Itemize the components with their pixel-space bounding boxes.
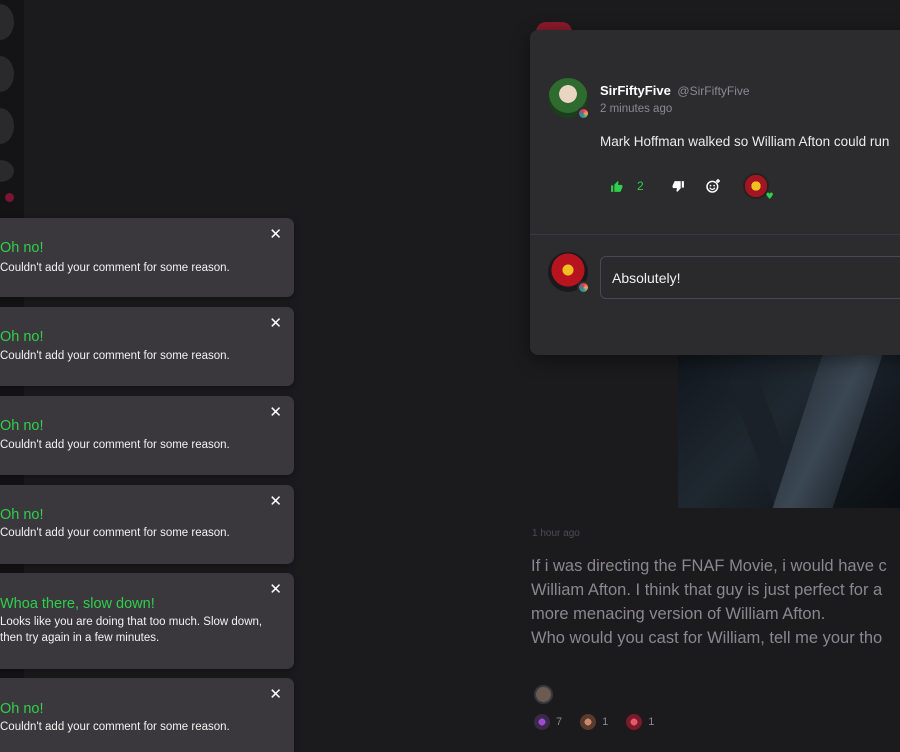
like-button[interactable]	[610, 180, 623, 193]
divider	[530, 234, 900, 235]
toast-title: Oh no!	[0, 240, 44, 256]
error-toast: Oh no! Couldn't add your comment for som…	[0, 307, 294, 386]
thumbs-down-icon	[672, 180, 684, 192]
comment-panel: SirFiftyFive @SirFiftyFive 2 minutes ago…	[530, 30, 900, 355]
reactor-avatar[interactable]: ♥	[742, 173, 774, 202]
server-icon[interactable]	[0, 160, 14, 182]
reaction-item[interactable]: 1	[580, 714, 608, 730]
toast-message: Couldn't add your comment for some reaso…	[0, 262, 230, 274]
reaction-count: 1	[602, 716, 609, 728]
server-icon[interactable]	[0, 56, 14, 92]
current-user-avatar[interactable]	[548, 252, 590, 294]
comment-text: Mark Hoffman walked so William Afton cou…	[600, 134, 890, 149]
badge-icon	[577, 107, 590, 120]
server-icon[interactable]	[0, 108, 14, 144]
toast-message: Couldn't add your comment for some reaso…	[0, 721, 230, 733]
rate-limit-toast: Whoa there, slow down! Looks like you ar…	[0, 573, 294, 669]
reaction-emoji-icon	[534, 714, 550, 730]
commenter-avatar[interactable]	[534, 685, 553, 704]
post-body-line: more menacing version of William Afton.	[531, 605, 826, 623]
toast-message: Couldn't add your comment for some reaso…	[0, 439, 230, 451]
close-icon[interactable]: ✕	[269, 316, 282, 331]
reaction-item[interactable]: 7	[534, 714, 562, 730]
author-handle: @SirFiftyFive	[677, 84, 750, 98]
post-body-line: If i was directing the FNAF Movie, i wou…	[531, 557, 887, 575]
close-icon[interactable]: ✕	[269, 405, 282, 420]
close-icon[interactable]: ✕	[269, 687, 282, 702]
error-toast: Oh no! Couldn't add your comment for som…	[0, 396, 294, 475]
toast-title: Oh no!	[0, 507, 44, 523]
toast-title: Oh no!	[0, 701, 44, 717]
close-icon[interactable]: ✕	[269, 582, 282, 597]
author-name[interactable]: SirFiftyFive	[600, 83, 671, 98]
reaction-count: 1	[648, 716, 655, 728]
comment-author-avatar[interactable]	[548, 78, 590, 120]
like-count: 2	[637, 179, 644, 193]
post-image[interactable]	[678, 340, 900, 508]
badge-icon	[577, 281, 590, 294]
dislike-button[interactable]	[672, 180, 685, 193]
post-reactions: 7 1 1	[534, 714, 654, 730]
reaction-count: 7	[556, 716, 563, 728]
post-body: If i was directing the FNAF Movie, i wou…	[531, 554, 900, 650]
comment-timestamp: 2 minutes ago	[600, 103, 673, 115]
toast-title: Oh no!	[0, 418, 44, 434]
toast-title: Oh no!	[0, 329, 44, 345]
error-toast: Oh no! Couldn't add your comment for som…	[0, 218, 294, 297]
error-toast: Oh no! Couldn't add your comment for som…	[0, 485, 294, 564]
notification-dot	[5, 193, 14, 202]
post-body-line: William Afton. I think that guy is just …	[531, 581, 883, 599]
toast-message: Looks like you are doing that too much. …	[0, 616, 263, 644]
toast-message: Couldn't add your comment for some reaso…	[0, 350, 230, 362]
post-body-line: Who would you cast for William, tell me …	[531, 629, 883, 647]
comment-author: SirFiftyFive @SirFiftyFive	[600, 83, 750, 98]
thumbs-up-icon	[611, 180, 623, 192]
add-emoji-icon	[705, 179, 720, 193]
error-toast: Oh no! Couldn't add your comment for som…	[0, 678, 294, 752]
heart-icon: ♥	[765, 192, 774, 202]
toast-title: Whoa there, slow down!	[0, 596, 155, 612]
close-icon[interactable]: ✕	[269, 227, 282, 242]
reply-input[interactable]: Absolutely!	[600, 256, 900, 299]
reaction-emoji-icon	[580, 714, 597, 730]
server-icon[interactable]	[0, 4, 14, 40]
comment-actions: 2 ♥	[610, 173, 774, 202]
close-icon[interactable]: ✕	[269, 494, 282, 509]
post-timestamp: 1 hour ago	[532, 528, 580, 539]
add-reaction-button[interactable]	[705, 178, 721, 194]
reaction-emoji-icon	[626, 714, 643, 730]
toast-message: Couldn't add your comment for some reaso…	[0, 527, 230, 539]
reaction-item[interactable]: 1	[626, 714, 654, 730]
